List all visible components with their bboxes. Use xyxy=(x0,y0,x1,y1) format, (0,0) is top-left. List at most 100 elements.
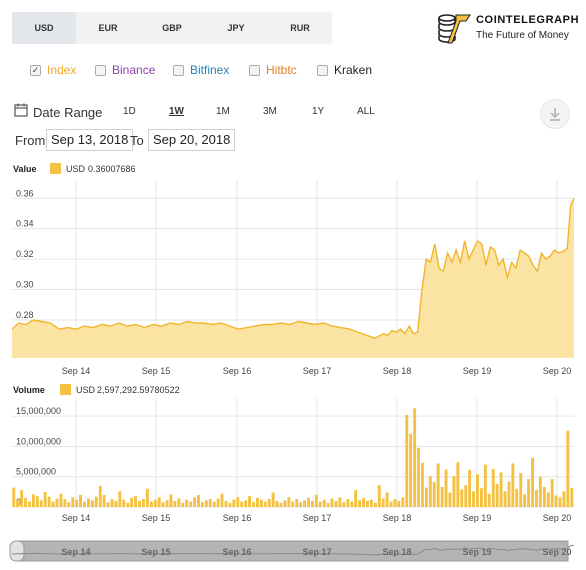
volume-bar xyxy=(87,498,90,507)
volume-bar xyxy=(232,499,236,507)
volume-bar xyxy=(71,497,75,507)
navigator-x-tick-label: Sep 19 xyxy=(462,547,491,557)
volume-bar xyxy=(318,501,322,507)
volume-bar xyxy=(67,502,71,507)
volume-bar xyxy=(562,491,566,507)
volume-bar xyxy=(236,497,240,507)
volume-bar xyxy=(546,492,550,507)
navigator-x-tick-label: Sep 17 xyxy=(302,547,331,557)
volume-bar xyxy=(322,499,326,507)
volume-bar xyxy=(417,447,420,507)
volume-bar xyxy=(106,502,110,507)
volume-bar xyxy=(79,494,82,507)
navigator-left-handle xyxy=(9,540,25,562)
volume-bar xyxy=(354,490,358,507)
volume-bar xyxy=(24,497,27,507)
volume-bar xyxy=(204,500,208,507)
volume-bar xyxy=(373,502,377,507)
volume-bar xyxy=(358,500,361,507)
value-x-tick-label: Sep 17 xyxy=(303,366,332,376)
volume-bar xyxy=(189,501,193,507)
volume-bar xyxy=(291,501,295,507)
volume-bar xyxy=(366,500,369,507)
volume-bar xyxy=(295,499,299,507)
volume-bar xyxy=(145,488,149,507)
volume-bar xyxy=(126,502,130,507)
volume-bar xyxy=(224,500,228,507)
volume-bar xyxy=(535,490,538,507)
volume-bar xyxy=(425,487,428,507)
volume-bar xyxy=(523,494,527,507)
volume-bar xyxy=(503,491,507,507)
volume-bar xyxy=(118,491,122,507)
volume-bar xyxy=(248,496,251,507)
volume-bar xyxy=(432,482,436,507)
volume-bar xyxy=(385,492,389,507)
value-x-tick-label: Sep 14 xyxy=(62,366,91,376)
volume-bar xyxy=(114,500,118,507)
volume-bar xyxy=(377,485,381,507)
volume-bar xyxy=(507,481,511,507)
volume-bar xyxy=(389,501,393,507)
volume-bar xyxy=(216,498,220,507)
volume-bar xyxy=(495,484,499,507)
value-x-tick-label: Sep 20 xyxy=(543,366,572,376)
volume-bar xyxy=(51,501,55,507)
volume-bar xyxy=(468,470,472,507)
volume-bar xyxy=(181,502,185,507)
value-y-tick-label: 0.32 xyxy=(16,249,34,259)
volume-bar xyxy=(177,498,181,507)
volume-bar xyxy=(287,497,291,507)
volume-bar xyxy=(558,497,562,507)
volume-bar xyxy=(220,493,224,507)
volume-bar xyxy=(393,499,397,507)
volume-bar xyxy=(369,499,373,507)
volume-bar xyxy=(307,497,310,507)
volume-x-tick-label: Sep 20 xyxy=(543,513,572,523)
navigator-x-tick-label: Sep 14 xyxy=(61,547,90,557)
volume-bar xyxy=(130,497,134,507)
volume-bar xyxy=(28,501,31,507)
volume-bar xyxy=(491,468,495,507)
volume-bar xyxy=(397,500,401,507)
volume-x-tick-label: Sep 16 xyxy=(223,513,252,523)
value-x-tick-label: Sep 19 xyxy=(463,366,492,376)
volume-bar xyxy=(405,415,409,507)
value-x-tick-label: Sep 16 xyxy=(223,366,252,376)
volume-bar xyxy=(330,498,334,507)
volume-x-tick-label: Sep 14 xyxy=(62,513,91,523)
volume-bar xyxy=(326,502,330,507)
volume-bar xyxy=(256,497,259,507)
volume-bar xyxy=(39,500,43,507)
volume-bar xyxy=(259,499,263,507)
volume-bar xyxy=(161,502,165,507)
volume-bar xyxy=(283,500,287,507)
volume-bar xyxy=(43,491,47,507)
volume-bar xyxy=(110,499,114,507)
volume-bar xyxy=(346,499,350,507)
volume-bar xyxy=(98,485,102,507)
volume-bar xyxy=(244,500,248,507)
volume-bar xyxy=(421,462,424,507)
volume-bar xyxy=(193,497,196,507)
volume-bar xyxy=(550,479,554,507)
volume-bar xyxy=(334,500,338,507)
volume-bar xyxy=(299,502,303,507)
volume-bar xyxy=(554,495,558,507)
volume-bar xyxy=(279,502,283,507)
volume-bar xyxy=(570,488,574,507)
volume-bar xyxy=(542,487,546,507)
volume-bar xyxy=(142,499,145,507)
volume-bar xyxy=(83,501,86,507)
navigator-x-tick-label: Sep 16 xyxy=(222,547,251,557)
volume-bar xyxy=(208,499,212,507)
volume-bar xyxy=(90,500,94,507)
volume-bar xyxy=(228,502,232,507)
volume-bar xyxy=(212,501,216,507)
volume-bar xyxy=(134,496,137,507)
volume-y-tick-label: 15,000,000 xyxy=(16,406,61,416)
volume-bar xyxy=(173,500,177,507)
volume-bar xyxy=(413,408,417,507)
volume-bar xyxy=(197,494,200,507)
volume-bar xyxy=(303,500,306,507)
